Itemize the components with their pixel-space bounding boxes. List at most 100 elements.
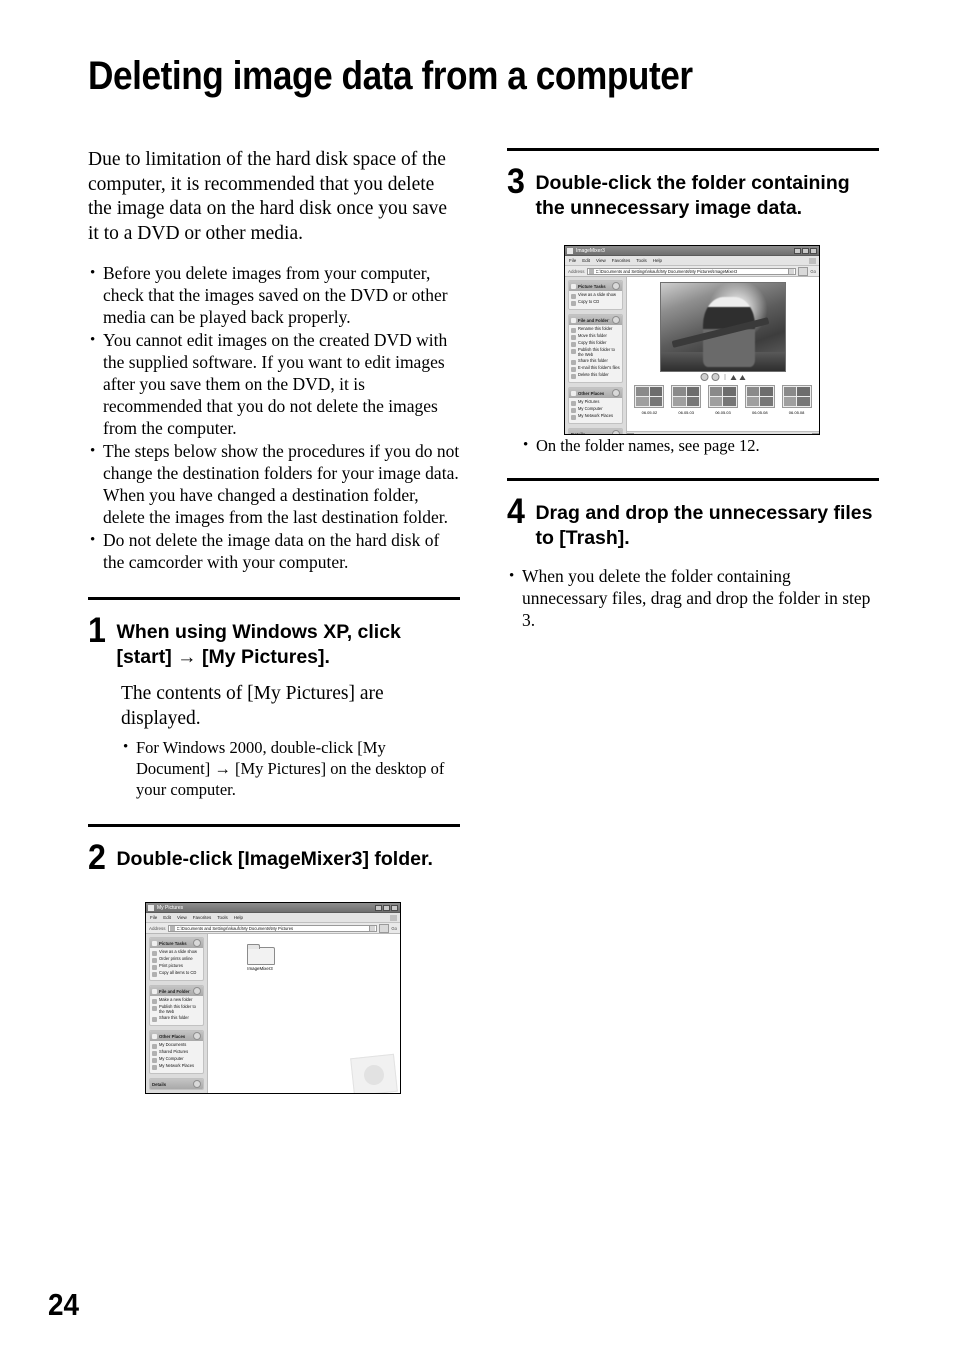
thumbnail-item[interactable]: 06.05.03 xyxy=(707,385,738,415)
maximize-icon[interactable] xyxy=(383,904,390,911)
minimize-icon[interactable] xyxy=(794,247,801,254)
chevron-up-icon[interactable] xyxy=(612,282,620,290)
panel-file-folder-tasks: File and Folder Tasks Make a new folder … xyxy=(149,985,204,1027)
chevron-down-icon[interactable] xyxy=(788,268,795,274)
menu-item-file[interactable]: File xyxy=(569,258,576,263)
address-bar: Address C:\Documents and Settings\nkaufc… xyxy=(146,923,400,934)
address-input[interactable]: C:\Documents and Settings\nkaufc\My Docu… xyxy=(586,267,797,275)
rotate-left-icon[interactable] xyxy=(730,374,737,380)
step-4-number: 4 xyxy=(507,492,525,531)
address-value: C:\Documents and Settings\nkaufc\My Docu… xyxy=(595,268,738,274)
list-item[interactable]: Share this folder xyxy=(571,358,620,365)
maximize-icon[interactable] xyxy=(802,247,809,254)
panel-header[interactable]: Other Places xyxy=(569,388,622,399)
thumbnail-item[interactable]: 06.05.03 xyxy=(671,385,702,415)
list-item[interactable]: My Computer xyxy=(571,406,620,413)
chevron-down-icon[interactable] xyxy=(369,925,376,931)
list-item[interactable]: My Pictures xyxy=(571,399,620,406)
rotate-right-icon[interactable] xyxy=(739,374,746,380)
list-item[interactable]: My Network Places xyxy=(571,413,620,420)
list-item[interactable]: My Documents xyxy=(152,1042,201,1049)
thumbnail-item[interactable]: 06.05.08 xyxy=(744,385,775,415)
thumbnail-label: 06.05.02 xyxy=(641,409,658,415)
panel-title: Details xyxy=(152,1081,167,1087)
my-computer-icon xyxy=(152,1057,157,1063)
chevron-up-icon[interactable] xyxy=(193,939,201,947)
panel-title: Picture Tasks xyxy=(159,940,187,946)
filmstrip-pane[interactable]: 06.05.02 06.05.03 06.05.03 06.05.08 06.0… xyxy=(627,277,819,434)
list-item[interactable]: Delete this folder xyxy=(571,372,620,379)
menu-item-edit[interactable]: Edit xyxy=(582,258,590,263)
page-title: Deleting image data from a computer xyxy=(88,53,693,98)
list-item[interactable]: View as a slide show xyxy=(152,949,201,956)
panel-header[interactable]: File and Folder Tasks xyxy=(150,986,203,996)
file-list-pane[interactable]: ImageMixer3 xyxy=(208,934,400,1093)
close-icon[interactable] xyxy=(391,904,398,911)
folder-item-imagemixer3[interactable]: ImageMixer3 xyxy=(238,944,282,971)
address-input[interactable]: C:\Documents and Settings\nkaufc\My Docu… xyxy=(167,924,378,932)
step-1-heading: 1 When using Windows XP, click [start] →… xyxy=(88,613,460,670)
list-item[interactable]: My Computer xyxy=(152,1056,201,1063)
share-icon xyxy=(152,1016,157,1022)
list-item[interactable]: Print pictures xyxy=(152,963,201,970)
chevron-up-icon[interactable] xyxy=(193,987,201,995)
chevron-down-icon[interactable] xyxy=(193,1080,201,1089)
panel-picture-tasks: Picture Tasks View as a slide show Copy … xyxy=(568,280,623,310)
go-button[interactable] xyxy=(379,923,390,933)
menu-item-help[interactable]: Help xyxy=(234,915,243,920)
panel-title: File and Folder Tasks xyxy=(578,317,610,323)
thumbnail-item[interactable]: 06.05.08 xyxy=(781,385,812,415)
list-item[interactable]: Copy to CD xyxy=(571,299,620,306)
panel-title: Other Places xyxy=(578,390,605,396)
list-item[interactable]: View as a slide show xyxy=(571,292,620,299)
panel-details: Details xyxy=(149,1078,204,1091)
list-item[interactable]: Publish this folder to the Web xyxy=(571,347,620,358)
list-item[interactable]: E-mail this folder's files xyxy=(571,365,620,372)
menu-item-tools[interactable]: Tools xyxy=(636,258,647,263)
chevron-up-icon[interactable] xyxy=(193,1032,201,1041)
menu-item-tools[interactable]: Tools xyxy=(217,915,228,920)
menu-item-view[interactable]: View xyxy=(177,915,187,920)
menu-item-help[interactable]: Help xyxy=(653,258,662,263)
list-item[interactable]: Share this folder xyxy=(152,1015,201,1022)
list-item[interactable]: Copy all items to CD xyxy=(152,970,201,977)
panel-header[interactable]: Details xyxy=(150,1079,203,1090)
menu-item-favorites[interactable]: Favorites xyxy=(612,258,631,263)
step-4-heading: 4 Drag and drop the unnecessary files to… xyxy=(507,492,879,551)
menu-item-view[interactable]: View xyxy=(596,258,606,263)
list-item[interactable]: Make a new folder xyxy=(152,997,201,1004)
list-item[interactable]: Move this folder xyxy=(571,333,620,340)
list-item[interactable]: Copy this folder xyxy=(571,340,620,347)
menu-item-edit[interactable]: Edit xyxy=(163,915,171,920)
next-image-icon[interactable] xyxy=(711,373,720,381)
list-item[interactable]: Publish this folder to the Web xyxy=(152,1004,201,1015)
step-2-heading: 2 Double-click [ImageMixer3] folder. xyxy=(88,840,460,875)
list-item-label: My Documents xyxy=(159,1042,187,1048)
list-item[interactable]: Rename this folder xyxy=(571,326,620,333)
previous-image-icon[interactable] xyxy=(700,373,709,381)
chevron-up-icon[interactable] xyxy=(612,316,620,324)
thumbnail-item[interactable]: 06.05.02 xyxy=(634,385,665,415)
panel-other-places: Other Places My Pictures My Computer My … xyxy=(568,387,623,425)
list-item[interactable]: Shared Pictures xyxy=(152,1049,201,1056)
panel-header[interactable]: Picture Tasks xyxy=(569,281,622,291)
list-item[interactable]: My Network Places xyxy=(152,1063,201,1070)
thumbnail-image xyxy=(671,385,702,408)
menu-item-file[interactable]: File xyxy=(150,915,157,920)
go-button[interactable] xyxy=(798,266,809,276)
step-3-heading: 3 Double-click the folder containing the… xyxy=(507,164,879,221)
places-icon xyxy=(571,390,576,396)
minimize-icon[interactable] xyxy=(375,904,382,911)
thumbnail-image xyxy=(707,385,738,408)
panel-header[interactable]: Other Places xyxy=(150,1031,203,1042)
panel-header[interactable]: File and Folder Tasks xyxy=(569,315,622,325)
slideshow-icon xyxy=(571,293,576,299)
menu-item-favorites[interactable]: Favorites xyxy=(193,915,212,920)
panel-header[interactable]: Picture Tasks xyxy=(150,938,203,948)
chevron-up-icon[interactable] xyxy=(612,389,620,398)
list-item[interactable]: Order prints online xyxy=(152,956,201,963)
email-icon xyxy=(571,366,576,372)
close-icon[interactable] xyxy=(810,247,817,254)
intro-notes-list: Before you delete images from your compu… xyxy=(88,262,460,573)
window-title-text: My Pictures xyxy=(157,904,184,911)
